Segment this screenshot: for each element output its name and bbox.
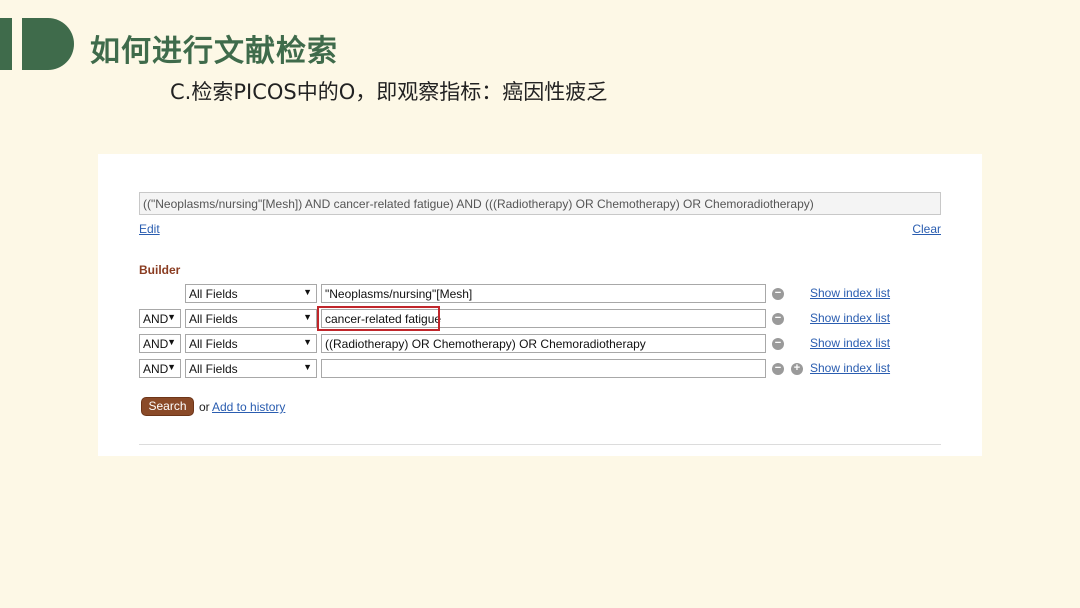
query-box[interactable]: (("Neoplasms/nursing"[Mesh]) AND cancer-… [139,192,941,215]
field-select-value: All Fields [189,312,238,326]
show-index-list-link[interactable]: Show index list [810,286,890,300]
chevron-down-icon: ▼ [167,337,176,347]
add-to-history-link[interactable]: Add to history [212,400,285,414]
builder-row-2: AND ▼ All Fields ▼ cancer-related fatigu… [98,306,982,331]
field-select-value: All Fields [189,287,238,301]
add-row-icon[interactable]: + [791,363,803,375]
chevron-down-icon: ▼ [303,312,312,322]
builder-row-1: All Fields ▼ "Neoplasms/nursing"[Mesh] −… [98,284,982,304]
chevron-down-icon: ▼ [303,287,312,297]
builder-label: Builder [139,263,181,277]
operator-select-value: AND [143,362,169,376]
chevron-down-icon: ▼ [303,362,312,372]
term-input[interactable] [321,359,766,378]
operator-select[interactable]: AND ▼ [139,334,181,353]
chevron-down-icon: ▼ [167,362,176,372]
field-select[interactable]: All Fields ▼ [185,284,317,303]
field-select-value: All Fields [189,362,238,376]
operator-select[interactable]: AND ▼ [139,359,181,378]
chevron-down-icon: ▼ [167,312,176,322]
operator-select-value: AND [143,337,169,351]
operator-select-value: AND [143,312,169,326]
highlight-box [317,306,440,331]
advanced-search-panel: (("Neoplasms/nursing"[Mesh]) AND cancer-… [98,154,982,456]
show-index-list-link[interactable]: Show index list [810,361,890,375]
term-input[interactable]: ((Radiotherapy) OR Chemotherapy) OR Chem… [321,334,766,353]
field-select[interactable]: All Fields ▼ [185,309,317,328]
show-index-list-link[interactable]: Show index list [810,336,890,350]
slide-subtitle: C.检索PICOS中的O，即观察指标：癌因性疲乏 [170,80,608,104]
remove-row-icon[interactable]: − [772,288,784,300]
chevron-down-icon: ▼ [303,337,312,347]
remove-row-icon[interactable]: − [772,313,784,325]
search-button[interactable]: Search [141,397,194,416]
or-text: or [199,400,210,414]
operator-select[interactable]: AND ▼ [139,309,181,328]
show-index-list-link[interactable]: Show index list [810,311,890,325]
divider [139,444,941,445]
edit-link[interactable]: Edit [139,222,160,236]
header-accent-bar [0,18,12,70]
field-select[interactable]: All Fields ▼ [185,359,317,378]
remove-row-icon[interactable]: − [772,363,784,375]
builder-row-3: AND ▼ All Fields ▼ ((Radiotherapy) OR Ch… [98,334,982,354]
term-input[interactable]: "Neoplasms/nursing"[Mesh] [321,284,766,303]
header-accent-shape [22,18,74,70]
field-select[interactable]: All Fields ▼ [185,334,317,353]
remove-row-icon[interactable]: − [772,338,784,350]
slide-title: 如何进行文献检索 [90,34,338,69]
field-select-value: All Fields [189,337,238,351]
clear-link[interactable]: Clear [912,222,941,236]
builder-row-4: AND ▼ All Fields ▼ − + Show index list [98,359,982,379]
